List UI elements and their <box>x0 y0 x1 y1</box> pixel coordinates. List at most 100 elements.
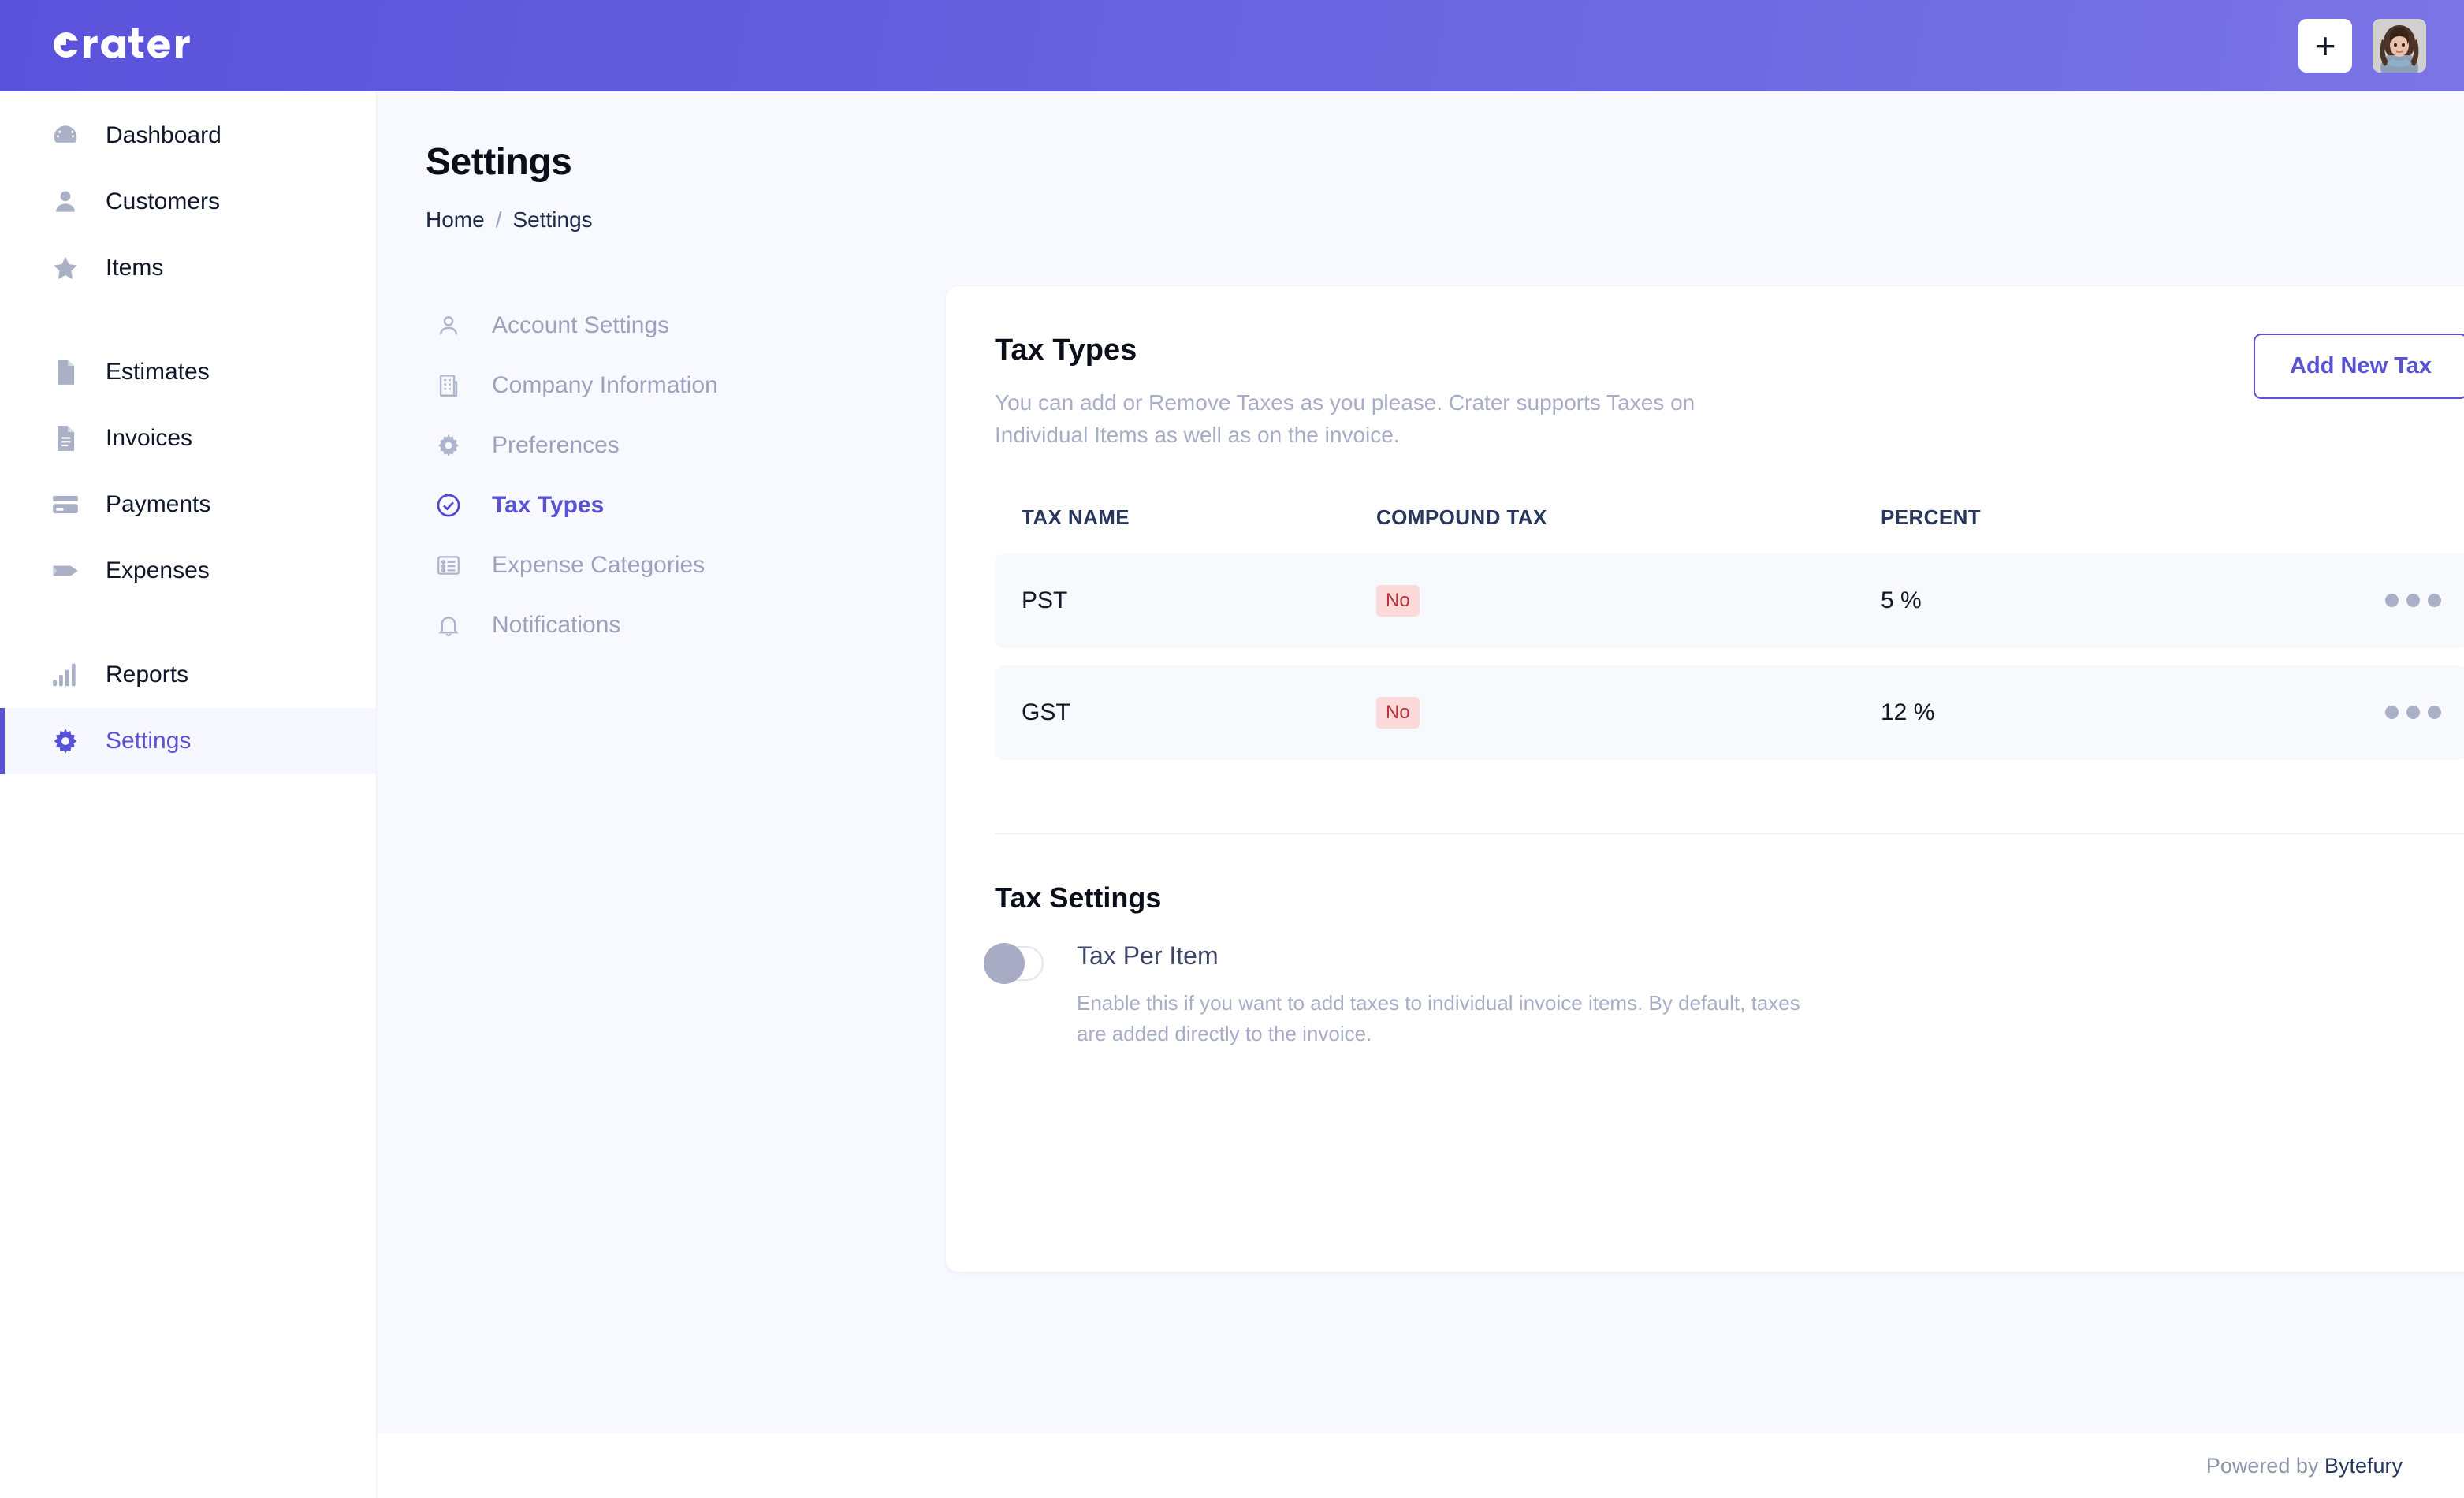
sidebar-item-payments[interactable]: Payments <box>0 471 376 538</box>
settings-nav-item-company-information[interactable]: Company Information <box>435 356 946 415</box>
speedometer-icon <box>50 121 87 151</box>
card-header-text: Tax Types You can add or Remove Taxes as… <box>995 334 1751 452</box>
tax-per-item-row: Tax Per Item Enable this if you want to … <box>984 941 2464 1049</box>
sidebar-item-label: Dashboard <box>106 122 221 148</box>
sidebar-item-dashboard[interactable]: Dashboard <box>0 102 376 169</box>
settings-nav-item-preferences[interactable]: Preferences <box>435 415 946 475</box>
add-new-button[interactable]: + <box>2298 19 2352 73</box>
footer-credit: Powered by Bytefury <box>2206 1454 2403 1478</box>
plus-icon: + <box>2314 25 2336 66</box>
avatar[interactable] <box>2373 19 2426 73</box>
column-header-compound-tax: COMPOUND TAX <box>1376 505 1547 529</box>
settings-nav-item-tax-types[interactable]: Tax Types <box>435 475 946 535</box>
top-bar-actions: + <box>2298 19 2426 73</box>
card-header: Tax Types You can add or Remove Taxes as… <box>995 334 2464 452</box>
tax-types-table: TAX NAME COMPOUND TAX PERCENT PST No 5 % <box>995 505 2464 760</box>
tax-types-card: Tax Types You can add or Remove Taxes as… <box>946 286 2464 1272</box>
cell-percent: 5 % <box>1881 587 1922 613</box>
app-logo[interactable] <box>47 24 229 67</box>
sidebar-item-estimates[interactable]: Estimates <box>0 339 376 405</box>
building-icon <box>435 372 475 399</box>
sidebar-item-items[interactable]: Items <box>0 235 376 301</box>
settings-nav: Account Settings Company Information Pre… <box>426 286 946 1272</box>
cell-actions <box>2385 594 2441 608</box>
settings-nav-item-expense-categories[interactable]: Expense Categories <box>435 535 946 595</box>
card-title: Tax Types <box>995 334 1137 367</box>
settings-nav-item-account-settings[interactable]: Account Settings <box>435 296 946 356</box>
tax-per-item-description: Enable this if you want to add taxes to … <box>1077 990 1800 1045</box>
tax-settings-section: Tax Settings Tax Per Item Enable this if… <box>984 881 2464 1049</box>
breadcrumb-home[interactable]: Home <box>426 207 485 233</box>
sidebar-divider <box>0 604 376 631</box>
sidebar: Dashboard Customers Items Estimates Invo… <box>0 91 377 1498</box>
table-row[interactable]: PST No 5 % <box>995 553 2464 648</box>
more-actions-icon[interactable] <box>2385 706 2441 720</box>
bell-icon <box>435 612 475 639</box>
status-badge: No <box>1376 696 1420 729</box>
sidebar-item-label: Customers <box>106 188 221 214</box>
check-circle-icon <box>435 492 475 519</box>
settings-nav-label: Preferences <box>492 432 620 458</box>
card-description: You can add or Remove Taxes as you pleas… <box>995 390 1695 448</box>
main-content: Settings Home / Settings Account Setting… <box>377 91 2464 1433</box>
page-title: Settings <box>426 141 572 183</box>
cell-compound-tax: No <box>1376 696 1881 729</box>
cell-percent: 12 % <box>1881 699 1935 725</box>
settings-nav-label: Account Settings <box>492 312 670 338</box>
tax-per-item-label: Tax Per Item <box>1077 941 1219 970</box>
sidebar-item-label: Invoices <box>106 425 193 451</box>
sidebar-item-label: Expenses <box>106 557 210 583</box>
cell-tax-name: GST <box>1022 699 1070 725</box>
document-icon <box>50 357 87 387</box>
tax-per-item-text: Tax Per Item Enable this if you want to … <box>1077 941 1833 1049</box>
tax-per-item-toggle[interactable] <box>984 942 1044 984</box>
tax-settings-title: Tax Settings <box>995 881 1162 914</box>
sidebar-item-label: Payments <box>106 491 211 517</box>
paper-plane-icon <box>50 556 87 586</box>
table-header-row: TAX NAME COMPOUND TAX PERCENT <box>995 505 2464 553</box>
user-outline-icon <box>435 312 475 339</box>
sidebar-item-invoices[interactable]: Invoices <box>0 405 376 471</box>
avatar-photo-icon <box>2373 19 2426 73</box>
section-divider <box>995 832 2464 834</box>
settings-nav-label: Company Information <box>492 372 718 398</box>
sidebar-item-label: Reports <box>106 661 189 688</box>
settings-content: Account Settings Company Information Pre… <box>426 286 2464 1272</box>
gear-icon <box>435 432 475 459</box>
sidebar-item-customers[interactable]: Customers <box>0 169 376 235</box>
settings-nav-label: Notifications <box>492 612 621 638</box>
status-badge: No <box>1376 584 1420 617</box>
top-bar: + <box>0 0 2464 91</box>
column-header-actions <box>2385 505 2441 530</box>
table-row[interactable]: GST No 12 % <box>995 665 2464 760</box>
star-icon <box>50 253 87 283</box>
add-new-tax-button[interactable]: Add New Tax <box>2254 334 2464 399</box>
sidebar-divider <box>0 301 376 328</box>
breadcrumb-settings[interactable]: Settings <box>512 207 592 233</box>
settings-nav-item-notifications[interactable]: Notifications <box>435 595 946 655</box>
cell-compound-tax: No <box>1376 584 1881 617</box>
toggle-knob <box>984 942 1025 984</box>
credit-card-icon <box>50 490 87 520</box>
footer: Powered by Bytefury <box>377 1433 2464 1498</box>
sidebar-item-settings[interactable]: Settings <box>0 708 376 774</box>
breadcrumb: Home / Settings <box>426 207 2406 233</box>
invoice-icon <box>50 423 87 453</box>
sidebar-group-documents: Estimates Invoices Payments Expenses <box>0 328 376 604</box>
settings-nav-label: Expense Categories <box>492 552 705 578</box>
sidebar-group-system: Reports Settings <box>0 631 376 774</box>
column-header-percent: PERCENT <box>1881 505 1982 529</box>
crater-wordmark-icon <box>54 28 190 58</box>
gear-icon <box>50 726 87 756</box>
sidebar-item-label: Items <box>106 255 164 281</box>
more-actions-icon[interactable] <box>2385 594 2441 608</box>
list-icon <box>435 552 475 579</box>
sidebar-item-label: Settings <box>106 728 192 754</box>
cell-actions <box>2385 706 2441 720</box>
footer-brand[interactable]: Bytefury <box>2324 1454 2403 1478</box>
sidebar-item-label: Estimates <box>106 359 210 385</box>
sidebar-item-expenses[interactable]: Expenses <box>0 538 376 604</box>
settings-nav-label: Tax Types <box>492 492 605 518</box>
sidebar-item-reports[interactable]: Reports <box>0 642 376 708</box>
footer-prefix: Powered by <box>2205 1453 2324 1478</box>
